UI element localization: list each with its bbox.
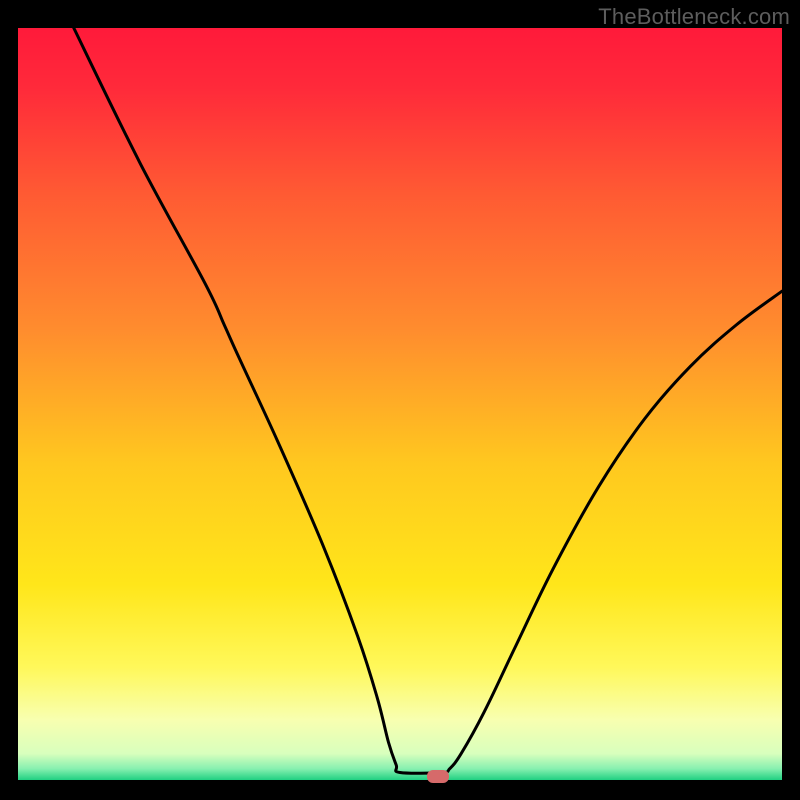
- chart-container: TheBottleneck.com: [0, 0, 800, 800]
- line-chart: [18, 28, 782, 780]
- optimal-point-marker: [427, 770, 449, 783]
- gradient-background: [18, 28, 782, 780]
- watermark-text: TheBottleneck.com: [598, 4, 790, 30]
- plot-area: [18, 28, 782, 780]
